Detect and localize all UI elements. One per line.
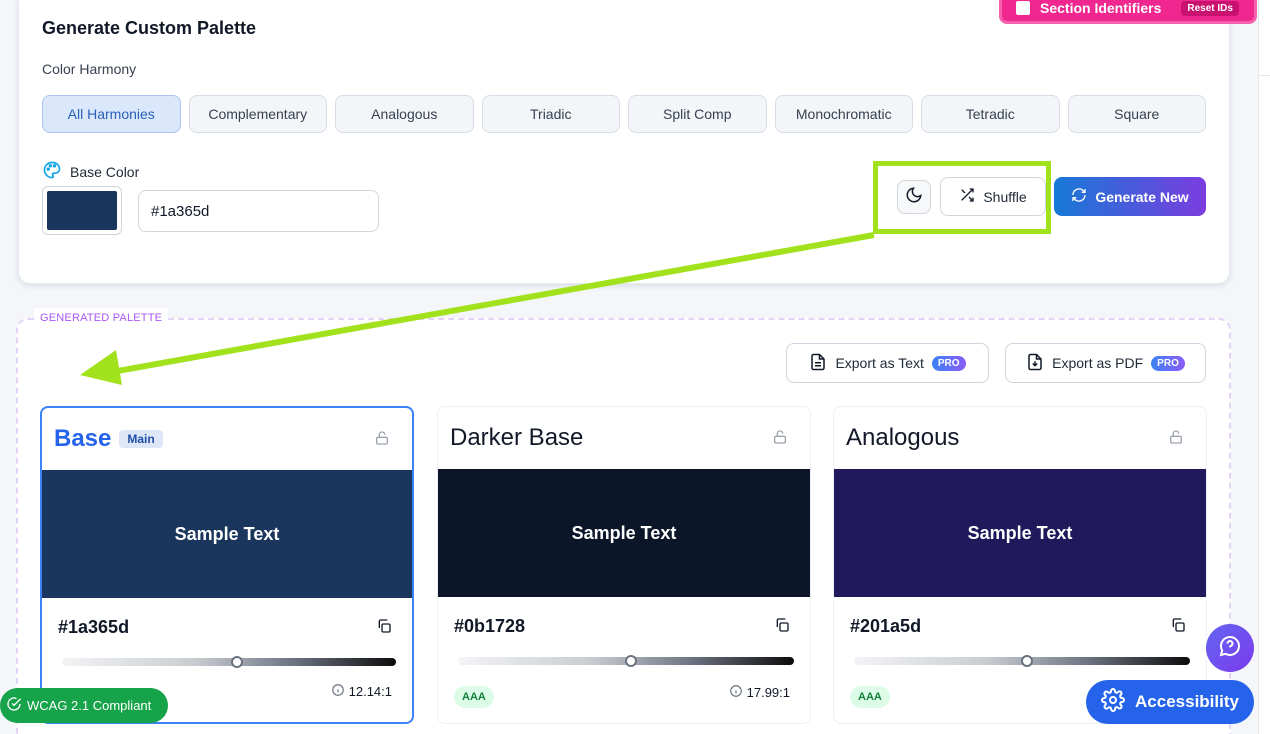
lock-icon[interactable] <box>374 430 390 451</box>
help-chat-button[interactable] <box>1206 624 1254 672</box>
contrast-ratio-value: 12.14:1 <box>348 684 392 699</box>
section-identifiers-checkbox[interactable] <box>1016 1 1030 15</box>
copy-icon[interactable] <box>376 618 392 639</box>
export-pdf-button[interactable]: Export as PDF PRO <box>1005 343 1206 383</box>
harmony-triadic-button[interactable]: Triadic <box>481 95 620 133</box>
lock-icon[interactable] <box>772 429 788 450</box>
wcag-rating-badge: AAA <box>454 686 494 708</box>
color-card-name: Darker Base <box>450 424 584 451</box>
harmony-split-comp-button[interactable]: Split Comp <box>628 95 767 133</box>
shade-slider-thumb[interactable] <box>231 656 243 668</box>
color-card-name: Base <box>54 425 112 452</box>
shade-slider-thumb[interactable] <box>1021 655 1033 667</box>
harmony-all-button[interactable]: All Harmonies <box>42 95 181 133</box>
reset-ids-button[interactable]: Reset IDs <box>1181 0 1239 16</box>
sample-text-preview: Sample Text <box>438 469 810 597</box>
copy-icon[interactable] <box>1170 617 1186 638</box>
color-card-analogous[interactable]: Analogous Sample Text #201a5d AAA <box>833 406 1207 724</box>
shade-slider[interactable] <box>854 655 1190 667</box>
sample-text-preview: Sample Text <box>42 470 412 598</box>
accessibility-label: Accessibility <box>1135 692 1239 711</box>
pro-badge: PRO <box>931 355 966 371</box>
base-color-label: Base Color <box>70 163 140 180</box>
check-circle-icon <box>6 696 22 715</box>
contrast-ratio-value: 17.99:1 <box>746 685 790 700</box>
generate-new-label: Generate New <box>1095 188 1189 205</box>
harmony-analogous-button[interactable]: Analogous <box>335 95 474 133</box>
export-text-button[interactable]: Export as Text PRO <box>786 343 989 383</box>
color-hex: #201a5d <box>850 615 922 636</box>
file-download-icon <box>1026 353 1044 374</box>
shade-slider[interactable] <box>458 655 794 667</box>
shade-slider[interactable] <box>62 656 396 668</box>
wcag-compliant-label: WCAG 2.1 Compliant <box>27 698 152 713</box>
annotation-highlight-box <box>873 161 1051 234</box>
color-card-name: Analogous <box>846 424 960 451</box>
info-icon <box>729 684 743 701</box>
color-harmony-label: Color Harmony <box>42 61 137 77</box>
harmony-monochromatic-button[interactable]: Monochromatic <box>774 95 913 133</box>
export-text-label: Export as Text <box>835 355 924 371</box>
help-chat-icon <box>1218 634 1242 663</box>
section-identifiers-toggle[interactable]: Section Identifiers Reset IDs <box>999 0 1257 24</box>
harmony-square-button[interactable]: Square <box>1067 95 1206 133</box>
lock-icon[interactable] <box>1168 429 1184 450</box>
harmony-complementary-button[interactable]: Complementary <box>188 95 327 133</box>
wcag-compliant-badge[interactable]: WCAG 2.1 Compliant <box>0 688 168 723</box>
generated-palette-tag: GENERATED PALETTE <box>34 308 169 328</box>
shade-slider-thumb[interactable] <box>625 655 637 667</box>
file-text-icon <box>809 353 827 374</box>
harmony-tetradic-button[interactable]: Tetradic <box>921 95 1060 133</box>
harmony-options: All Harmonies Complementary Analogous Tr… <box>42 95 1206 133</box>
color-card-base[interactable]: Base Main Sample Text #1a365d 12.14:1 <box>40 406 414 724</box>
section-identifiers-label: Section Identifiers <box>1040 0 1162 16</box>
generate-palette-card <box>18 0 1230 284</box>
accessibility-button[interactable]: Accessibility <box>1086 680 1254 724</box>
export-pdf-label: Export as PDF <box>1052 355 1144 371</box>
pro-badge: PRO <box>1151 355 1185 371</box>
color-hex: #1a365d <box>58 616 130 637</box>
refresh-icon <box>1071 187 1087 206</box>
palette-icon <box>42 160 62 183</box>
color-card-darker-base[interactable]: Darker Base Sample Text #0b1728 AAA 17.9… <box>437 406 811 724</box>
generate-new-button[interactable]: Generate New <box>1054 177 1206 216</box>
gear-icon <box>1101 687 1125 717</box>
sample-text-preview: Sample Text <box>834 469 1206 597</box>
wcag-rating-badge: AAA <box>850 686 890 708</box>
contrast-ratio: 12.14:1 <box>331 683 392 700</box>
base-color-swatch <box>47 191 117 230</box>
info-icon <box>331 683 345 700</box>
base-color-picker[interactable] <box>42 186 122 235</box>
main-badge: Main <box>119 430 163 448</box>
base-color-hex-input[interactable] <box>138 190 379 232</box>
base-color-label-row: Base Color <box>42 160 139 183</box>
color-hex: #0b1728 <box>454 615 526 636</box>
contrast-ratio: 17.99:1 <box>729 684 790 701</box>
right-edge-panel <box>1258 0 1270 734</box>
page-title: Generate Custom Palette <box>42 18 257 38</box>
copy-icon[interactable] <box>774 617 790 638</box>
